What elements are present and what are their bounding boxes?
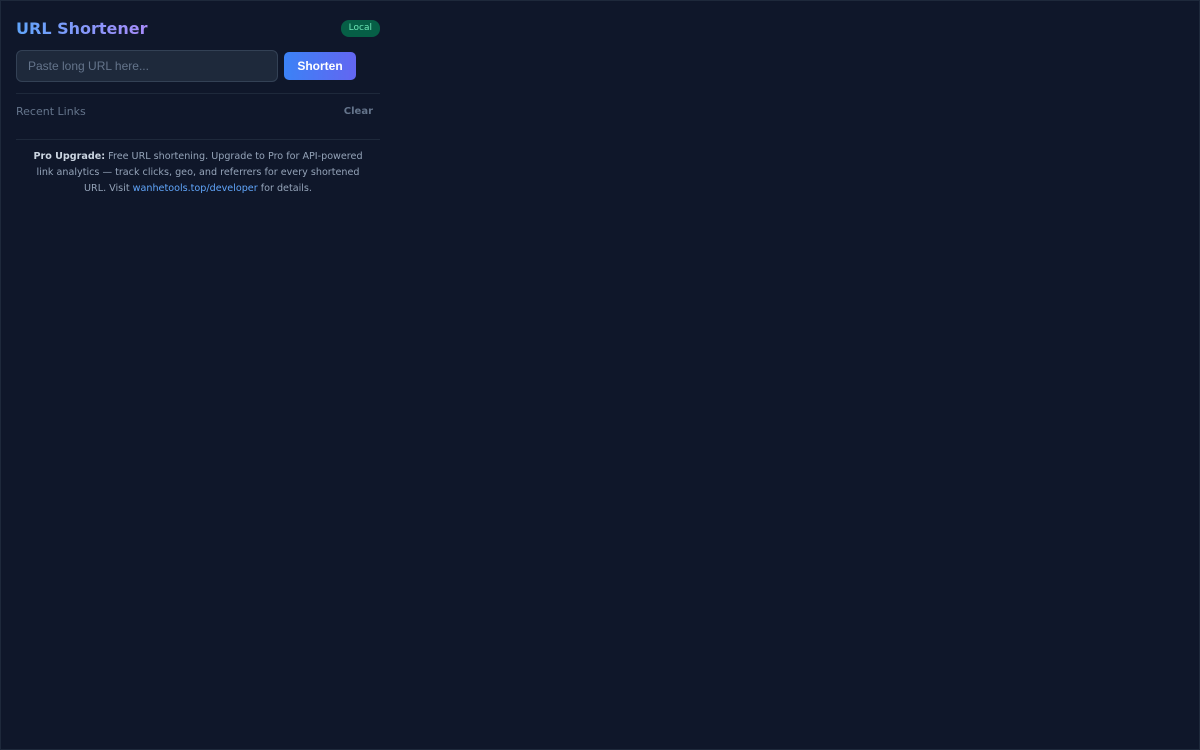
app-title: URL Shortener	[16, 18, 148, 38]
promo-lead: Pro Upgrade:	[33, 151, 106, 162]
url-input[interactable]	[16, 50, 278, 82]
shorten-button[interactable]: Shorten	[284, 52, 356, 80]
developer-link[interactable]: wanhetools.top/developer	[133, 183, 258, 194]
pro-upgrade-notice: Pro Upgrade: Free URL shortening. Upgrad…	[16, 149, 380, 197]
url-form: Shorten	[16, 49, 380, 83]
divider	[16, 139, 380, 140]
header: URL Shortener Local	[16, 17, 380, 39]
clear-button[interactable]: Clear	[344, 106, 373, 117]
recent-links-header: Recent Links Clear	[16, 94, 380, 128]
app-window: URL Shortener Local Shorten Recent Links…	[0, 0, 1200, 750]
promo-text-end: for details.	[257, 183, 312, 194]
shortener-panel: URL Shortener Local Shorten Recent Links…	[16, 17, 380, 197]
recent-links-label: Recent Links	[16, 104, 86, 118]
status-badge: Local	[340, 19, 380, 37]
